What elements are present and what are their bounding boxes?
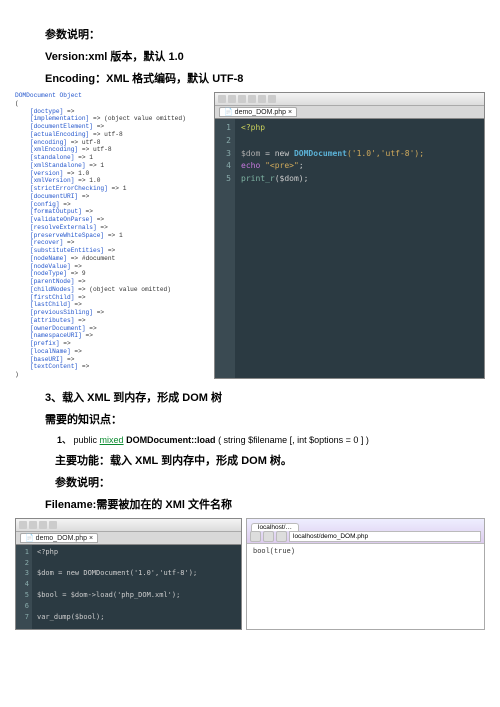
params2-heading: 参数说明： (55, 474, 455, 490)
line-gutter: 1234567 (16, 545, 32, 629)
toolbar-icon (19, 521, 27, 529)
toolbar-icon (258, 95, 266, 103)
toolbar-icon (39, 521, 47, 529)
toolbar-icon (268, 95, 276, 103)
reload-button[interactable] (276, 531, 287, 542)
main-function-heading: 主要功能：载入 XML 到内存中，形成 DOM 树。 (55, 452, 455, 468)
params-heading: 参数说明： (45, 26, 455, 42)
toolbar-icon (218, 95, 226, 103)
var-dump-output: DOMDocument Object ( [doctype] => [imple… (15, 92, 210, 379)
sig-args: ( string $filename [, int $options = 0 ]… (216, 435, 369, 445)
url-input[interactable] (289, 531, 481, 542)
ide-window-2: 📄 demo_DOM.php × 1234567 <?php $dom = ne… (15, 518, 242, 630)
code-editor-2[interactable]: 1234567 <?php $dom = new DOMDocument('1.… (16, 545, 241, 629)
back-button[interactable] (250, 531, 261, 542)
code-content-2: <?php $dom = new DOMDocument('1.0','utf-… (32, 545, 202, 629)
ide-window-1: 📄 demo_DOM.php × 12345 <?php $dom = new … (214, 92, 485, 379)
browser-tabbar: localhost/… (247, 519, 484, 531)
ide-tabbar: 📄 demo_DOM.php × (16, 532, 241, 545)
sig-number: 1、 (57, 435, 71, 445)
dump-and-code-row: DOMDocument Object ( [doctype] => [imple… (15, 92, 485, 379)
ide-toolbar (215, 93, 484, 106)
ide-tab[interactable]: 📄 demo_DOM.php × (20, 533, 98, 543)
ide-toolbar (16, 519, 241, 532)
filename-heading: Filename:需要被加在的 XMl 文件名称 (45, 496, 455, 512)
browser-tab[interactable]: localhost/… (251, 523, 299, 531)
browser-body: bool(true) (247, 544, 484, 629)
sig-method-name: DOMDocument::load (124, 435, 216, 445)
section-3-heading: 3、载入 XML 到内存，形成 DOM 树 (45, 389, 455, 405)
code-content: <?php $dom = new DOMDocument('1.0','utf-… (235, 119, 430, 378)
sig-modifier: public (74, 435, 100, 445)
method-signature: 1、 public mixed DOMDocument::load ( stri… (57, 433, 455, 446)
ide-tab-label: demo_DOM.php (235, 109, 286, 116)
toolbar-icon (238, 95, 246, 103)
ide-tab[interactable]: 📄 demo_DOM.php × (219, 107, 297, 117)
sig-return-type: mixed (100, 435, 124, 445)
version-heading: Version:xml 版本，默认 1.0 (45, 48, 455, 64)
needs-heading: 需要的知识点： (45, 411, 455, 427)
toolbar-icon (49, 521, 57, 529)
ide-tab-label: demo_DOM.php (36, 535, 87, 542)
encoding-heading: Encoding：XML 格式编码，默认 UTF-8 (45, 70, 455, 86)
toolbar-icon (248, 95, 256, 103)
line-gutter: 12345 (215, 119, 235, 378)
toolbar-icon (29, 521, 37, 529)
toolbar-icon (228, 95, 236, 103)
browser-address-bar (247, 531, 484, 543)
browser-window: localhost/… bool(true) (246, 518, 485, 630)
ide-and-browser-row: 📄 demo_DOM.php × 1234567 <?php $dom = ne… (15, 518, 485, 630)
browser-chrome: localhost/… (247, 519, 484, 544)
ide-tabbar: 📄 demo_DOM.php × (215, 106, 484, 119)
forward-button[interactable] (263, 531, 274, 542)
code-editor[interactable]: 12345 <?php $dom = new DOMDocument('1.0'… (215, 119, 484, 378)
